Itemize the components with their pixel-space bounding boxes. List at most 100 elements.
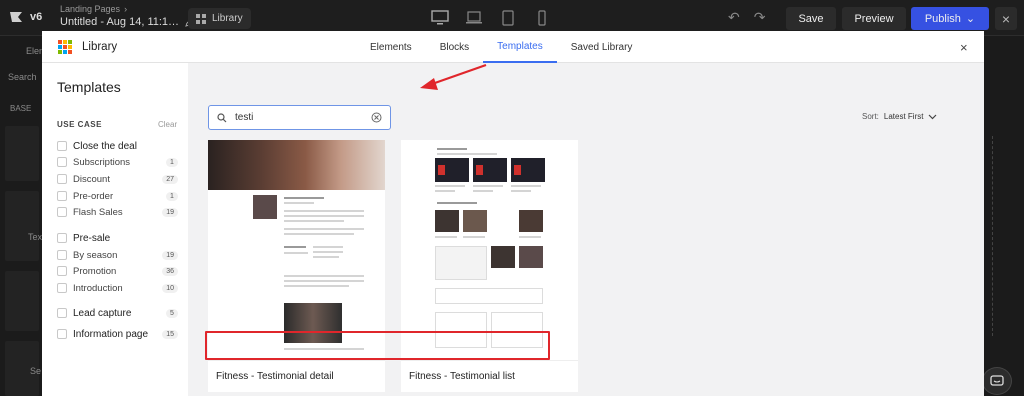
breadcrumb[interactable]: Landing Pages › (60, 4, 194, 14)
clear-search-icon[interactable] (371, 112, 382, 123)
checkbox[interactable] (57, 283, 67, 293)
modal-title-text: Library (82, 41, 118, 53)
checkbox[interactable] (57, 329, 67, 339)
app-logo[interactable]: v6 (8, 9, 42, 25)
filter-count: 15 (162, 329, 178, 339)
filter-pre-order[interactable]: Pre-order 1 (57, 189, 178, 203)
filter-flash-sales[interactable]: Flash Sales 19 (57, 205, 178, 219)
checkbox[interactable] (57, 250, 67, 260)
editor-close-icon[interactable]: × (995, 7, 1017, 30)
filter-label: Information page (73, 328, 149, 340)
breadcrumb-landing-pages[interactable]: Landing Pages (60, 4, 120, 14)
filter-sidebar (42, 63, 188, 396)
checkbox[interactable] (57, 141, 67, 151)
filter-close-the-deal[interactable]: Close the deal (57, 139, 178, 153)
filter-count: 19 (162, 207, 178, 217)
tab-elements[interactable]: Elements (356, 31, 426, 63)
product-thumb (435, 158, 469, 182)
checkbox[interactable] (57, 207, 67, 217)
product-thumb (473, 158, 507, 182)
filter-count: 36 (162, 266, 178, 276)
save-button[interactable]: Save (786, 7, 836, 30)
library-button-label: Library (212, 13, 243, 24)
checkbox[interactable] (57, 191, 67, 201)
photo (435, 210, 459, 232)
filter-label: By season (73, 249, 118, 261)
filter-introduction[interactable]: Introduction 10 (57, 281, 178, 295)
grid-icon (196, 13, 206, 24)
sidebar-title: Templates (57, 79, 121, 95)
publish-label: Publish (924, 12, 961, 25)
filter-count: 5 (166, 308, 178, 318)
tab-saved-library[interactable]: Saved Library (557, 31, 647, 63)
photo (463, 210, 487, 232)
page-title-text: Untitled - Aug 14, 11:1… (60, 16, 180, 28)
sort-control[interactable]: Sort: Latest First (862, 112, 937, 121)
filter-count: 19 (162, 250, 178, 260)
version-badge: v6 (30, 11, 43, 23)
clear-filters-link[interactable]: Clear (158, 120, 177, 129)
photo (519, 246, 543, 268)
filter-label: Lead capture (73, 307, 132, 319)
filter-label: Introduction (73, 282, 123, 294)
checkbox[interactable] (57, 157, 67, 167)
tab-blocks[interactable]: Blocks (426, 31, 483, 63)
filter-pre-sale[interactable]: Pre-sale (57, 231, 178, 245)
library-icon (58, 40, 74, 54)
element-block-label: Se (30, 366, 42, 376)
library-tabs: Elements Blocks Templates Saved Library (356, 31, 646, 63)
library-button[interactable]: Library (188, 8, 251, 29)
redo-icon[interactable]: ↷ (754, 9, 766, 26)
desktop-icon[interactable] (430, 9, 450, 27)
filter-count: 10 (162, 283, 178, 293)
modal-header: Library Elements Blocks Templates Saved … (42, 31, 984, 63)
mobile-icon[interactable] (532, 9, 552, 27)
filter-information-page[interactable]: Information page 15 (57, 327, 178, 341)
chevron-down-icon: ⌄ (965, 13, 976, 25)
search-icon (217, 112, 227, 122)
device-switcher (430, 9, 552, 27)
page-info[interactable]: Landing Pages › Untitled - Aug 14, 11:1… (60, 4, 194, 28)
template-thumbnail (401, 140, 578, 360)
search-input[interactable] (235, 112, 371, 123)
checkbox[interactable] (57, 266, 67, 276)
template-thumbnail (208, 140, 385, 360)
undo-icon[interactable]: ↶ (728, 9, 740, 26)
filter-promotion[interactable]: Promotion 36 (57, 264, 178, 278)
preview-button[interactable]: Preview (842, 7, 906, 30)
filter-discount[interactable]: Discount 27 (57, 172, 178, 186)
checkbox[interactable] (57, 233, 67, 243)
modal-title: Library (58, 40, 117, 54)
checkbox[interactable] (57, 174, 67, 184)
search-box[interactable] (208, 105, 391, 130)
laptop-icon[interactable] (464, 9, 484, 27)
filter-count: 1 (166, 157, 178, 167)
chat-support-button[interactable] (982, 367, 1012, 395)
use-case-heading: USE CASE (57, 120, 102, 129)
filter-label: Pre-sale (73, 232, 111, 244)
element-block-label: Tex (28, 232, 43, 242)
filter-label: Pre-order (73, 190, 114, 202)
element-block[interactable] (5, 191, 39, 261)
chat-icon (990, 375, 1004, 386)
sort-label: Sort: (862, 112, 879, 121)
annotation-highlight-box (205, 331, 550, 360)
base-section: BASE (10, 104, 32, 113)
close-icon[interactable]: × (960, 40, 968, 55)
publish-button[interactable]: Publish ⌄ (911, 7, 989, 30)
checkbox[interactable] (57, 308, 67, 318)
tablet-icon[interactable] (498, 9, 518, 27)
page-title[interactable]: Untitled - Aug 14, 11:1… (60, 16, 194, 28)
tab-templates[interactable]: Templates (483, 31, 557, 63)
product-thumb (511, 158, 545, 182)
element-block[interactable] (5, 271, 39, 331)
filter-by-season[interactable]: By season 19 (57, 248, 178, 262)
sort-value: Latest First (883, 112, 924, 121)
chevron-down-icon (929, 114, 937, 119)
history-controls: ↶ ↷ (728, 9, 765, 26)
filter-subscriptions[interactable]: Subscriptions 1 (57, 155, 178, 169)
element-block[interactable] (5, 126, 39, 181)
element-search[interactable]: Search (8, 72, 37, 82)
logo-icon (10, 12, 22, 22)
filter-lead-capture[interactable]: Lead capture 5 (57, 306, 178, 320)
